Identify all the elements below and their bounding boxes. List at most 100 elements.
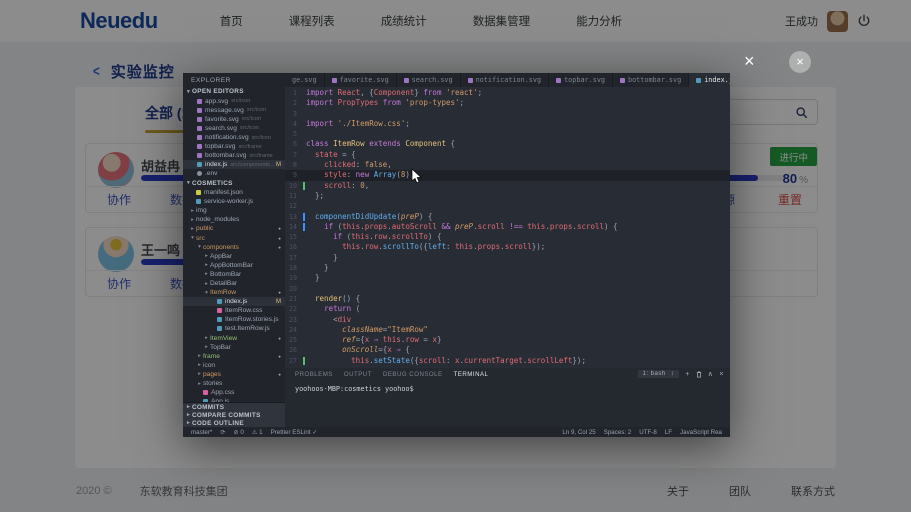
terminal-prompt[interactable]: yoohoos-MBP:cosmetics yoohoo$ bbox=[285, 380, 730, 393]
status-item[interactable]: LF bbox=[665, 429, 672, 436]
status-item[interactable]: UTF-8 bbox=[639, 429, 657, 436]
status-item[interactable]: Prettier ESLint ✓ bbox=[271, 429, 318, 436]
tree-item[interactable]: index.jsM bbox=[183, 297, 285, 306]
tree-item[interactable]: service-worker.js bbox=[183, 197, 285, 206]
tree-item[interactable]: ▾ItemRow● bbox=[183, 288, 285, 297]
tree-item[interactable]: ▸TopBar bbox=[183, 343, 285, 352]
token: , bbox=[387, 160, 392, 169]
open-editor-item[interactable]: message.svgsrc/icon bbox=[183, 106, 285, 115]
code-editor[interactable]: 1import React, {Component} from 'react';… bbox=[285, 87, 730, 427]
open-editor-item[interactable]: bottombar.svgsrc/frame bbox=[183, 151, 285, 160]
tree-item[interactable]: ItemRow.css bbox=[183, 306, 285, 315]
code-text: }; bbox=[302, 191, 324, 201]
status-item[interactable]: Spaces: 2 bbox=[604, 429, 632, 436]
kill-terminal-icon[interactable] bbox=[696, 371, 702, 378]
tab-name: index.js bbox=[704, 76, 730, 84]
close-panel-icon[interactable]: × bbox=[719, 371, 724, 378]
tree-item[interactable]: ItemRow.stories.js bbox=[183, 315, 285, 324]
panel-tab[interactable]: PROBLEMS bbox=[295, 371, 333, 378]
code-line: 21 render() { bbox=[285, 294, 730, 304]
status-item[interactable]: ⚠ 1 bbox=[252, 429, 263, 436]
editor-tab[interactable]: index.js…ItemRow× bbox=[689, 73, 730, 87]
chevron-right-icon: ▸ bbox=[203, 281, 210, 287]
line-number: 27 bbox=[285, 356, 302, 366]
tree-item[interactable]: ▸node_modules bbox=[183, 215, 285, 224]
tree-item[interactable]: ▸BottomBar bbox=[183, 270, 285, 279]
modified-dot-icon: ● bbox=[278, 354, 281, 359]
open-editor-item[interactable]: index.jssrc/components…M bbox=[183, 160, 285, 169]
tree-item[interactable]: ▸AppBar bbox=[183, 252, 285, 261]
editor-tab[interactable]: topbar.svg bbox=[549, 73, 613, 87]
editor-tab[interactable]: search.svg bbox=[397, 73, 461, 87]
editor-tab[interactable]: notification.svg bbox=[461, 73, 549, 87]
tree-item[interactable]: ▸icon bbox=[183, 361, 285, 370]
tree-item[interactable]: ▾components● bbox=[183, 243, 285, 252]
panel-tab[interactable]: DEBUG CONSOLE bbox=[383, 371, 443, 378]
open-editor-item[interactable]: favorite.svgsrc/icon bbox=[183, 115, 285, 124]
open-editor-item[interactable]: .env bbox=[183, 169, 285, 178]
tree-item[interactable]: ▸stories bbox=[183, 379, 285, 388]
maximize-panel-icon[interactable]: ∧ bbox=[708, 371, 714, 378]
explorer-section-header[interactable]: ▾COSMETICS bbox=[183, 178, 285, 188]
editor-tab[interactable]: ge.svg bbox=[285, 73, 325, 87]
tree-item[interactable]: ▸DetailBar bbox=[183, 279, 285, 288]
shell-selector[interactable]: 1: bash ↕ bbox=[638, 370, 680, 378]
code-line: 12 bbox=[285, 201, 730, 211]
token: return bbox=[324, 304, 356, 313]
token: props bbox=[478, 242, 501, 251]
tree-item[interactable]: manifest.json bbox=[183, 188, 285, 197]
status-item[interactable]: JavaScript Rea bbox=[680, 429, 722, 436]
open-editor-item[interactable]: topbar.svgsrc/frame bbox=[183, 142, 285, 151]
file-name: index.js bbox=[205, 161, 227, 168]
vscode-status-bar: master* ⟳ ⊘ 0 ⚠ 1 Prettier ESLint ✓ Ln 9, Co… bbox=[183, 427, 730, 437]
token: { bbox=[446, 139, 455, 148]
token: from bbox=[378, 98, 405, 107]
tree-item[interactable]: ▸frame● bbox=[183, 352, 285, 361]
open-editor-item[interactable]: search.svgsrc/icon bbox=[183, 124, 285, 133]
close-circle-icon[interactable]: × bbox=[789, 51, 811, 73]
file-type-icon bbox=[197, 171, 202, 176]
token: : bbox=[356, 160, 365, 169]
tree-item[interactable]: App.css bbox=[183, 388, 285, 397]
tree-item[interactable]: test.ItemRow.js bbox=[183, 324, 285, 333]
status-item[interactable]: ⟳ bbox=[220, 429, 225, 436]
new-terminal-icon[interactable]: + bbox=[685, 371, 690, 378]
status-item[interactable]: Ln 9, Col 25 bbox=[562, 429, 595, 436]
tree-item[interactable]: ▸pages● bbox=[183, 370, 285, 379]
token: scrollLeft bbox=[527, 356, 572, 365]
tree-item[interactable]: ▸img bbox=[183, 206, 285, 215]
open-editor-item[interactable]: app.svgsrc/icon bbox=[183, 97, 285, 106]
token: import bbox=[306, 88, 338, 97]
explorer-section-header[interactable]: ▸CODE OUTLINE bbox=[183, 419, 285, 427]
line-number: 26 bbox=[285, 345, 302, 355]
status-item[interactable]: master* bbox=[191, 429, 212, 436]
panel-tab[interactable]: TERMINAL bbox=[454, 371, 489, 378]
code-line: 7 state = { bbox=[285, 150, 730, 160]
modified-dot-icon: ● bbox=[278, 236, 281, 241]
status-item[interactable]: ⊘ 0 bbox=[234, 429, 244, 436]
explorer-section-header[interactable]: ▸COMMITS bbox=[183, 403, 285, 411]
explorer-section-header[interactable]: ▾OPEN EDITORS bbox=[183, 87, 285, 97]
open-editor-item[interactable]: notification.svgsrc/icon bbox=[183, 133, 285, 142]
token: props bbox=[365, 222, 388, 231]
code-text: import React, {Component} from 'react'; bbox=[302, 88, 482, 98]
folder-name: frame bbox=[203, 353, 220, 360]
tab-name: topbar.svg bbox=[564, 76, 605, 84]
close-icon[interactable]: × bbox=[744, 51, 755, 71]
token: ; bbox=[478, 88, 483, 97]
token: ) { bbox=[419, 212, 433, 221]
explorer-section-header[interactable]: ▸COMPARE COMMITS bbox=[183, 411, 285, 419]
file-type-icon bbox=[217, 326, 222, 331]
modified-badge: M bbox=[276, 299, 281, 305]
editor-tab[interactable]: favorite.svg bbox=[325, 73, 397, 87]
tree-item[interactable]: ▸AppBottomBar bbox=[183, 261, 285, 270]
section-label: OPEN EDITORS bbox=[192, 88, 244, 95]
tree-item[interactable]: ▸public● bbox=[183, 224, 285, 233]
token: : bbox=[347, 170, 356, 179]
tree-item[interactable]: ▸ItemView● bbox=[183, 334, 285, 343]
token: "ItemRow" bbox=[387, 325, 428, 334]
panel-tab[interactable]: OUTPUT bbox=[344, 371, 372, 378]
token: preP bbox=[401, 212, 419, 221]
tree-item[interactable]: ▾src● bbox=[183, 234, 285, 243]
editor-tab[interactable]: bottombar.svg bbox=[613, 73, 689, 87]
